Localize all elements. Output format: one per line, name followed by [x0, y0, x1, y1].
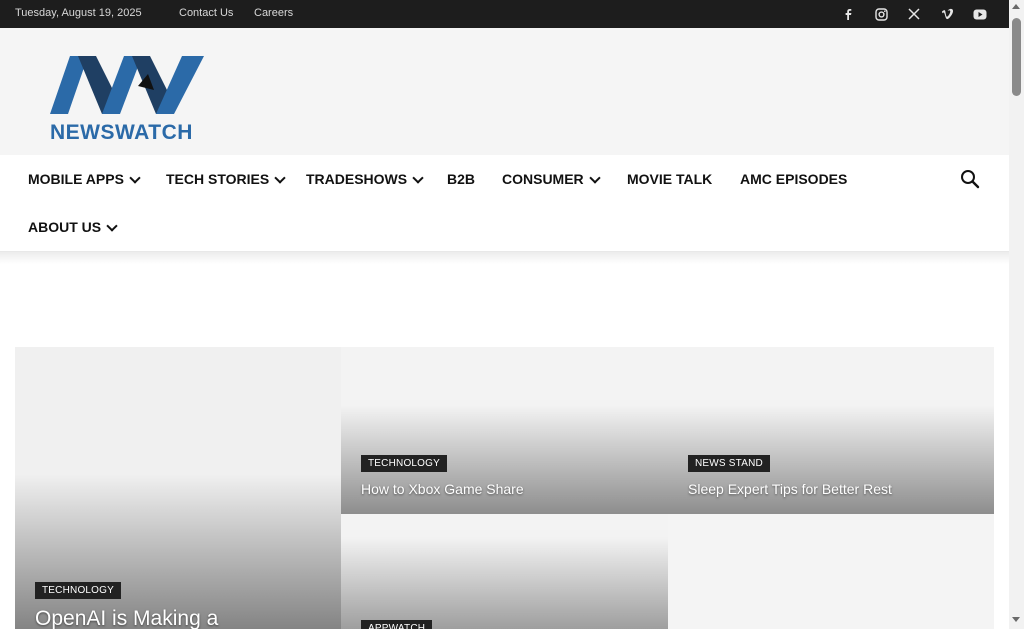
article-title[interactable]: Sleep Expert Tips for Better Rest	[688, 481, 892, 497]
chevron-down-icon	[129, 171, 141, 184]
nav-label: MOVIE TALK	[627, 171, 713, 187]
careers-link[interactable]: Careers	[254, 7, 293, 19]
scroll-down-arrow-icon[interactable]	[1012, 617, 1020, 622]
nav-item-mobile-apps[interactable]: MOBILE APPS	[28, 169, 141, 189]
tile-gradient	[341, 514, 668, 629]
nav-item-about-us[interactable]: ABOUT US	[28, 217, 118, 237]
category-badge[interactable]: NEWS STAND	[688, 455, 770, 472]
nav-item-consumer[interactable]: CONSUMER	[502, 169, 601, 189]
nav-label: ABOUT US	[28, 219, 102, 235]
nav-label: CONSUMER	[502, 171, 584, 187]
nav-label: MOBILE APPS	[28, 171, 124, 187]
top-bar: Tuesday, August 19, 2025 Contact Us Care…	[0, 0, 1009, 28]
nav-label: TRADESHOWS	[306, 171, 408, 187]
chevron-down-icon	[106, 219, 118, 232]
chevron-down-icon	[589, 171, 601, 184]
featured-tile-empty[interactable]	[668, 514, 994, 629]
contact-us-link[interactable]: Contact Us	[179, 7, 233, 19]
nav-item-b2b[interactable]: B2B	[447, 169, 475, 189]
nav-item-movie-talk[interactable]: MOVIE TALK	[627, 169, 712, 189]
x-icon[interactable]	[905, 5, 923, 23]
article-title[interactable]: OpenAI is Making a	[35, 607, 218, 629]
logo-mark-icon	[50, 56, 204, 114]
current-date: Tuesday, August 19, 2025	[15, 7, 142, 19]
article-title[interactable]: How to Xbox Game Share	[361, 481, 524, 497]
nav-label: AMC EPISODES	[740, 171, 848, 187]
site-header: NEWSWATCH	[0, 28, 1009, 155]
nav-label: TECH STORIES	[166, 171, 270, 187]
chevron-down-icon	[412, 171, 424, 184]
vimeo-icon[interactable]	[938, 5, 956, 23]
featured-tile-sleep[interactable]: NEWS STAND Sleep Expert Tips for Better …	[668, 347, 994, 514]
instagram-icon[interactable]	[872, 5, 890, 23]
featured-tile-appwatch[interactable]: APPWATCH	[341, 514, 668, 629]
nav-item-tradeshows[interactable]: TRADESHOWS	[306, 169, 424, 189]
logo-wordmark: NEWSWATCH	[50, 121, 193, 144]
main-navigation: MOBILE APPS TECH STORIES TRADESHOWS B2B …	[0, 155, 1009, 252]
nav-item-tech-stories[interactable]: TECH STORIES	[166, 169, 286, 189]
chevron-down-icon	[274, 171, 286, 184]
category-badge[interactable]: TECHNOLOGY	[35, 582, 122, 599]
nav-shadow	[0, 252, 1009, 264]
featured-main-tile[interactable]: TECHNOLOGY OpenAI is Making a	[15, 347, 341, 629]
nav-item-amc-episodes[interactable]: AMC EPISODES	[740, 169, 847, 189]
youtube-icon[interactable]	[971, 5, 989, 23]
nav-label: B2B	[447, 171, 476, 187]
category-badge[interactable]: APPWATCH	[361, 620, 433, 629]
scroll-up-arrow-icon[interactable]	[1012, 4, 1020, 9]
search-icon[interactable]	[960, 169, 982, 191]
newswatch-logo[interactable]: NEWSWATCH	[50, 56, 210, 146]
category-badge[interactable]: TECHNOLOGY	[361, 455, 448, 472]
facebook-icon[interactable]	[839, 5, 857, 23]
featured-tile-xbox[interactable]: TECHNOLOGY How to Xbox Game Share	[341, 347, 668, 514]
scrollbar-thumb[interactable]	[1012, 18, 1021, 96]
